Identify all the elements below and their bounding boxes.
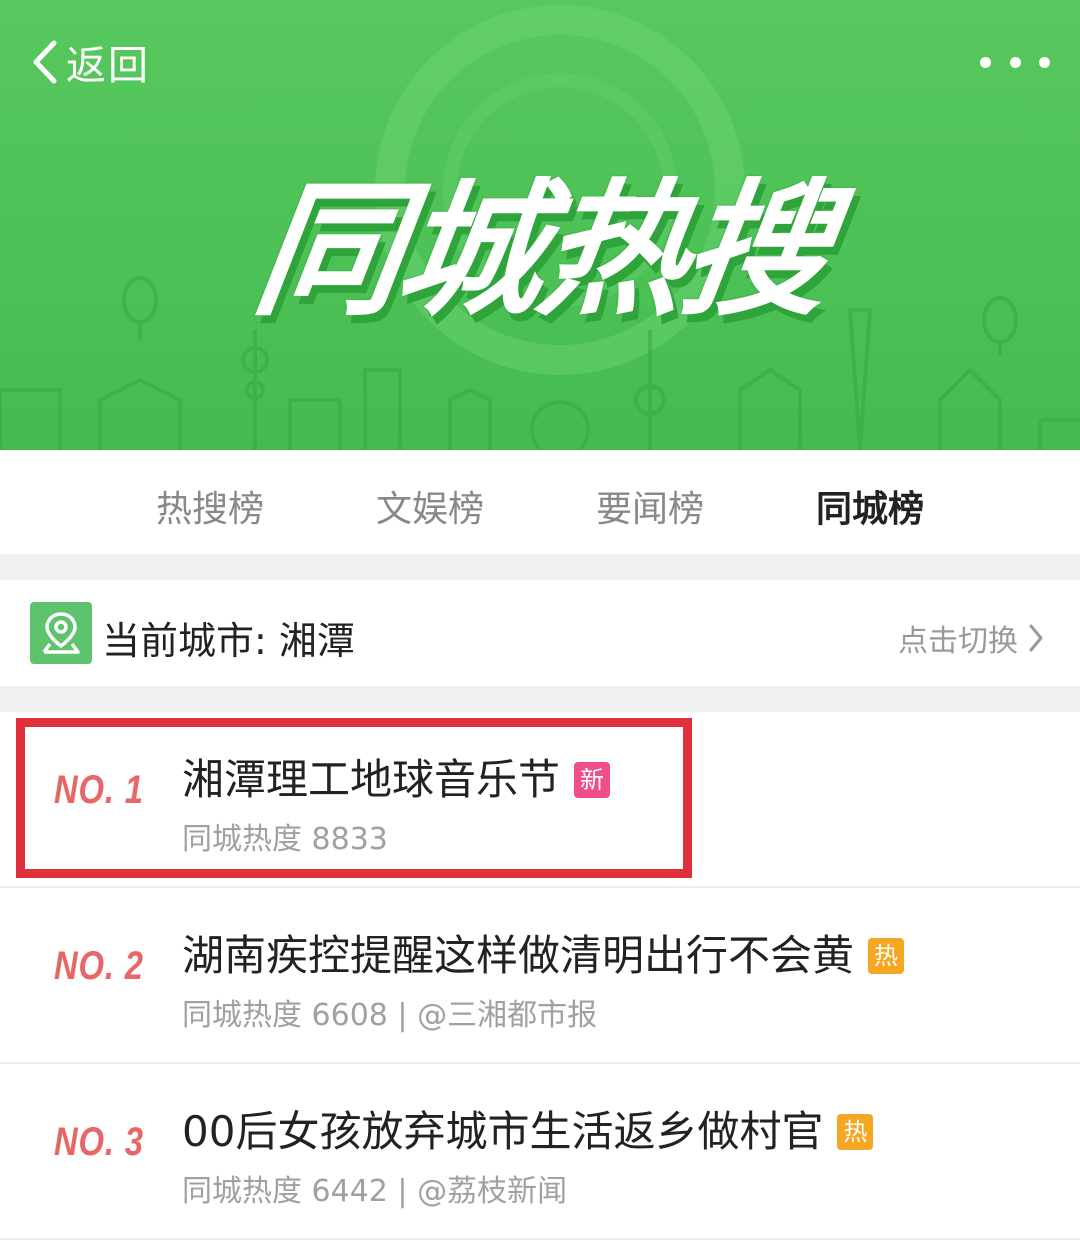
- chevron-right-icon: [1029, 624, 1043, 652]
- dot: [980, 56, 991, 68]
- divider: [0, 554, 1080, 580]
- hot-badge: 热: [868, 938, 905, 974]
- ranking-tabs: 热搜榜 文娱榜 要闻榜 同城榜: [0, 450, 1080, 574]
- item-meta: 同城热度 8833: [182, 822, 388, 857]
- back-label: 返回: [66, 43, 150, 89]
- tab-label: 文娱榜: [375, 489, 484, 530]
- item-title: 00后女孩放弃城市生活返乡做村官热: [182, 1098, 874, 1159]
- list-item[interactable]: NO. 2 湖南疾控提醒这样做清明出行不会黄热 同城热度 6608 | @三湘都…: [0, 888, 1080, 1064]
- tab-label: 要闻榜: [595, 489, 704, 530]
- new-badge: 新: [574, 762, 611, 798]
- location-pin-icon: [30, 602, 92, 664]
- dot: [1039, 56, 1050, 68]
- tab-local[interactable]: 同城榜: [790, 480, 950, 574]
- list-item[interactable]: NO. 3 00后女孩放弃城市生活返乡做村官热 同城热度 6442 | @荔枝新…: [0, 1064, 1080, 1240]
- dot: [1009, 56, 1021, 68]
- divider: [0, 686, 1080, 712]
- rank-label: NO. 2: [54, 944, 144, 988]
- item-title: 湘潭理工地球音乐节新: [182, 746, 611, 807]
- back-button[interactable]: 返回: [28, 32, 150, 92]
- chevron-left-icon: [33, 40, 57, 84]
- tab-news[interactable]: 要闻榜: [570, 480, 730, 540]
- item-title-text: 湘潭理工地球音乐节: [182, 755, 561, 804]
- switch-city-label: 点击切换: [898, 624, 1018, 659]
- list-item[interactable]: NO. 1 湘潭理工地球音乐节新 同城热度 8833: [0, 712, 1080, 888]
- tab-entertainment[interactable]: 文娱榜: [350, 480, 510, 540]
- page-title: 同城热搜: [245, 165, 838, 336]
- rank-label: NO. 1: [54, 768, 144, 812]
- tab-label: 热搜榜: [155, 489, 264, 530]
- hero-banner: 返回 同城热搜: [0, 0, 1080, 450]
- item-title-text: 00后女孩放弃城市生活返乡做村官: [182, 1107, 824, 1156]
- more-dots-icon[interactable]: [980, 44, 1050, 80]
- tab-hot-search[interactable]: 热搜榜: [130, 480, 290, 540]
- city-bar: 当前城市: 湘潭 点击切换: [0, 580, 1080, 686]
- item-meta: 同城热度 6442 | @荔枝新闻: [182, 1174, 568, 1209]
- hot-badge: 热: [837, 1114, 874, 1150]
- item-title: 湖南疾控提醒这样做清明出行不会黄热: [182, 922, 905, 983]
- current-city-label: 当前城市: 湘潭: [102, 619, 355, 663]
- item-title-text: 湖南疾控提醒这样做清明出行不会黄: [182, 931, 855, 980]
- item-meta: 同城热度 6608 | @三湘都市报: [182, 998, 598, 1033]
- rank-label: NO. 3: [54, 1120, 144, 1164]
- switch-city-button[interactable]: 点击切换: [898, 616, 1046, 660]
- tab-label: 同城榜: [815, 489, 924, 530]
